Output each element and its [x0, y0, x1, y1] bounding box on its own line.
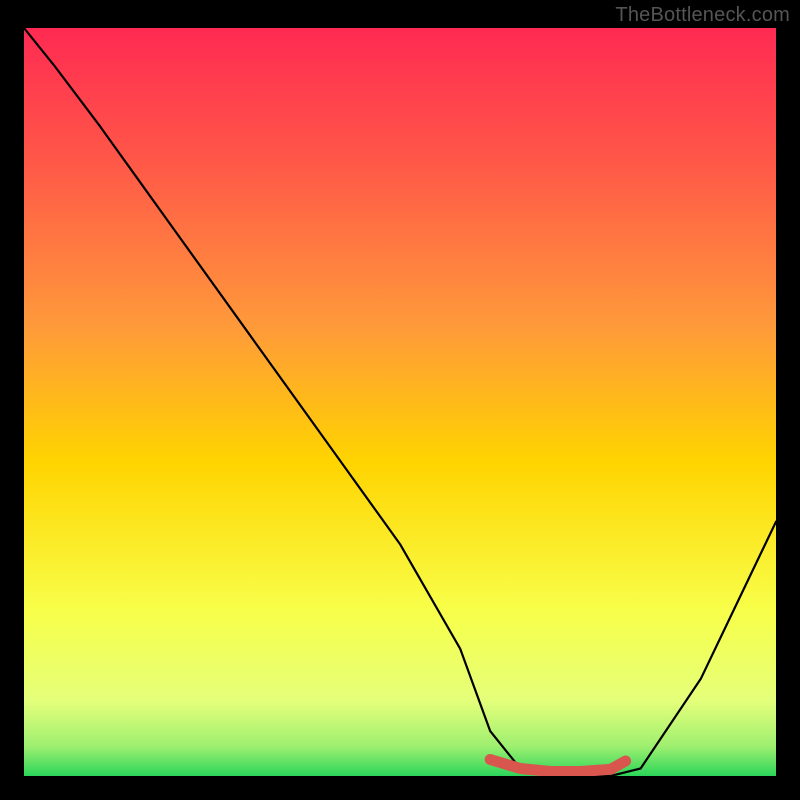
gradient-background: [24, 28, 776, 776]
watermark-text: TheBottleneck.com: [615, 4, 790, 27]
plot-area: [24, 28, 776, 776]
chart-frame: [24, 28, 776, 776]
